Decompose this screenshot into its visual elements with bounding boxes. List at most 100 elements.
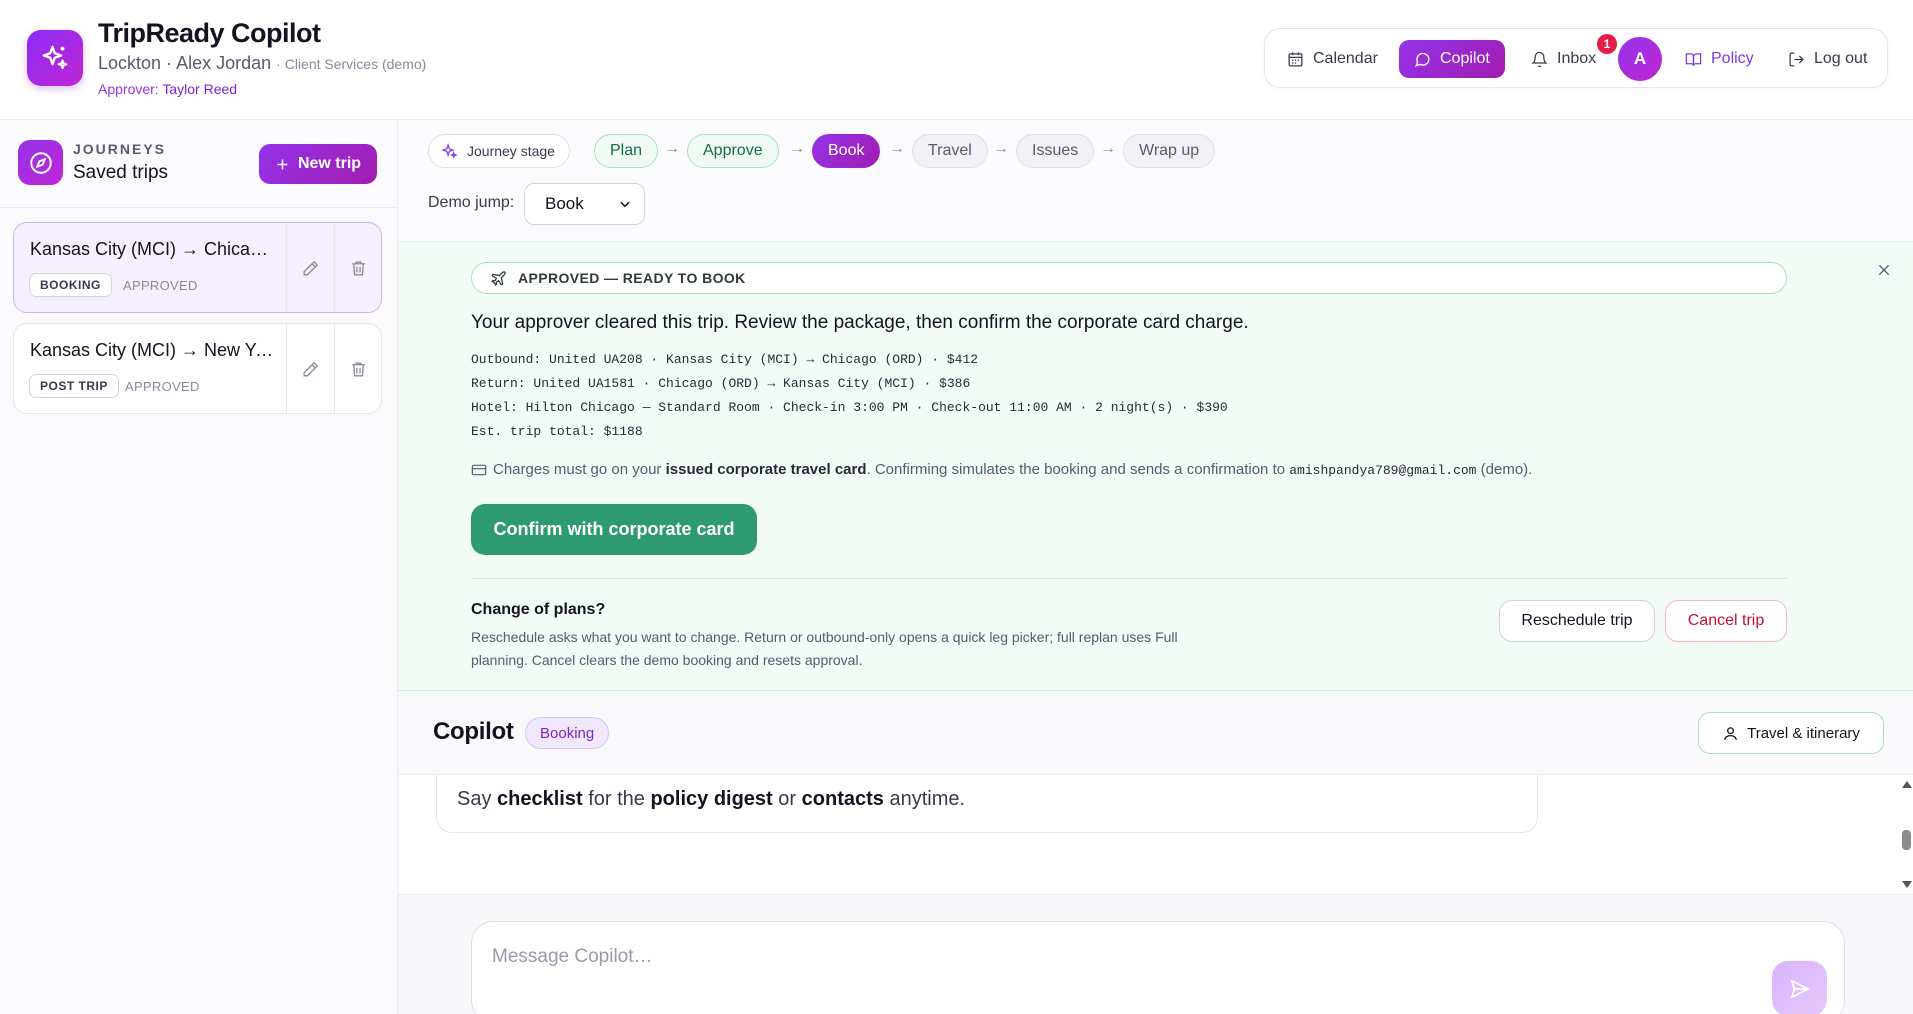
msg-keyword-checklist: checklist (497, 788, 583, 810)
composer-area (398, 895, 1913, 1014)
note-bold: issued corporate travel card (665, 461, 867, 478)
new-trip-label: New trip (297, 155, 362, 172)
note-middle: . Confirming simulates the booking and s… (866, 461, 1286, 478)
chat-thread: Say checklist for the policy digest or c… (398, 775, 1913, 895)
msg-text: anytime. (889, 788, 966, 810)
stage-issues[interactable]: Issues (1016, 134, 1095, 168)
trip-stage-tag: BOOKING (29, 273, 112, 297)
stage-arrow: → (664, 140, 680, 157)
sparkles-icon (27, 30, 83, 86)
outbound-line: Outbound: United UA208 · Kansas City (MC… (471, 352, 979, 367)
ready-to-book-banner: APPROVED — READY TO BOOK (471, 262, 1787, 294)
calendar-icon (1288, 51, 1303, 67)
chat-scrollbar[interactable] (1898, 775, 1913, 894)
msg-text: for the (588, 788, 645, 810)
user-line: Lockton · Alex Jordan · Client Services … (98, 53, 427, 73)
stage-arrow: → (1100, 140, 1116, 157)
user-name: Alex Jordan (176, 53, 272, 73)
journey-stage-bar: Journey stage Plan → Approve → Book → Tr… (398, 120, 1913, 242)
message-input[interactable] (492, 946, 1692, 968)
stage-approve[interactable]: Approve (687, 134, 779, 168)
demo-jump-select[interactable]: Book (524, 183, 645, 225)
delete-trip-button[interactable] (334, 324, 381, 413)
sparkles-icon (441, 142, 458, 159)
department: Client Services (demo) (284, 56, 427, 72)
msg-say: Say (457, 788, 492, 810)
change-of-plans-title: Change of plans? (471, 601, 606, 618)
sidebar-header: JOURNEYS Saved trips New trip (0, 120, 397, 208)
chat-bubble-icon (1414, 52, 1430, 67)
edit-trip-button[interactable] (286, 324, 334, 413)
stage-arrow: → (889, 140, 905, 157)
pencil-icon (303, 260, 319, 276)
main-content: Journey stage Plan → Approve → Book → Tr… (398, 120, 1913, 1014)
delete-trip-button[interactable] (334, 223, 381, 312)
avatar[interactable]: A (1618, 37, 1662, 81)
trip-card[interactable]: Kansas City (MCI) → New York (JFK) POST … (13, 323, 382, 414)
cancel-trip-button[interactable]: Cancel trip (1665, 600, 1787, 642)
bell-icon (1531, 51, 1548, 67)
new-trip-button[interactable]: New trip (259, 144, 377, 184)
confirm-corporate-card-button[interactable]: Confirm with corporate card (471, 504, 757, 555)
sidebar: JOURNEYS Saved trips New trip Kansas Cit… (0, 120, 398, 1014)
nav-policy[interactable]: Policy (1685, 40, 1754, 78)
note-suffix: (demo). (1480, 461, 1533, 478)
user-icon (1724, 726, 1737, 740)
stage-book[interactable]: Book (812, 134, 881, 168)
card-charge-note: Charges must go on your issued corporate… (471, 461, 1532, 478)
approver-name: Taylor Reed (162, 81, 238, 97)
chevron-down-icon (620, 201, 630, 208)
trip-title: Kansas City (MCI) → Chicago (ORD) (30, 239, 276, 259)
demo-jump-value: Book (545, 194, 584, 213)
nav-calendar[interactable]: Calendar (1287, 40, 1378, 78)
sidebar-title: Saved trips (73, 162, 169, 183)
logout-icon (1789, 51, 1804, 67)
stage-wrap-up[interactable]: Wrap up (1123, 134, 1216, 168)
msg-keyword-policy-digest: policy digest (650, 788, 773, 810)
stage-travel[interactable]: Travel (912, 134, 988, 168)
trash-icon (352, 362, 365, 377)
scroll-thumb[interactable] (1902, 830, 1911, 850)
stage-plan[interactable]: Plan (594, 134, 659, 168)
note-prefix: Charges must go on your (493, 461, 662, 478)
trip-card[interactable]: Kansas City (MCI) → Chicago (ORD) BOOKIN… (13, 222, 382, 313)
sidebar-eyebrow: JOURNEYS (73, 141, 167, 157)
close-icon[interactable] (1876, 262, 1892, 283)
nav-inbox[interactable]: Inbox (1531, 40, 1596, 78)
trip-status: APPROVED (123, 278, 198, 293)
travel-itinerary-button[interactable]: Travel & itinerary (1698, 712, 1884, 754)
app-header: TripReady Copilot Lockton · Alex Jordan … (0, 0, 1913, 120)
approver-label: Approver: (98, 81, 159, 97)
return-line: Return: United UA1581 · Chicago (ORD) → … (471, 376, 971, 391)
edit-trip-button[interactable] (286, 223, 334, 312)
plane-icon (491, 270, 506, 286)
message-composer (471, 921, 1845, 1014)
scroll-down-arrow-icon[interactable] (1902, 881, 1912, 888)
nav-policy-label: Policy (1711, 50, 1754, 67)
demo-jump-label: Demo jump: (428, 194, 515, 211)
trip-title: Kansas City (MCI) → New York (JFK) (30, 340, 276, 360)
nav-logout-label: Log out (1814, 50, 1868, 67)
booking-panel: APPROVED — READY TO BOOK Your approver c… (398, 242, 1913, 691)
approver-line: Approver: Taylor Reed (98, 81, 237, 97)
msg-keyword-contacts: contacts (801, 788, 884, 810)
travel-itinerary-label: Travel & itinerary (1747, 724, 1860, 742)
banner-text: APPROVED — READY TO BOOK (518, 270, 746, 286)
credit-card-icon (471, 464, 487, 475)
copilot-title: Copilot (433, 718, 514, 745)
copilot-header: Copilot Booking Travel & itinerary (398, 691, 1913, 775)
reschedule-trip-button[interactable]: Reschedule trip (1499, 600, 1655, 642)
divider (471, 578, 1787, 579)
inbox-count-badge: 1 (1597, 34, 1617, 54)
send-button[interactable] (1772, 961, 1827, 1014)
assistant-message-text: Say checklist for the policy digest or c… (457, 788, 965, 811)
nav-copilot[interactable]: Copilot (1399, 40, 1505, 78)
trip-status: APPROVED (125, 379, 200, 394)
scroll-up-arrow-icon[interactable] (1902, 781, 1912, 788)
nav-logout[interactable]: Log out (1788, 40, 1867, 78)
send-icon (1790, 979, 1809, 998)
msg-text: or (778, 788, 797, 810)
top-nav: Calendar Copilot Inbox Policy Log out (1264, 28, 1888, 88)
assistant-message: Say checklist for the policy digest or c… (436, 775, 1538, 833)
company-name: Lockton (98, 53, 162, 73)
